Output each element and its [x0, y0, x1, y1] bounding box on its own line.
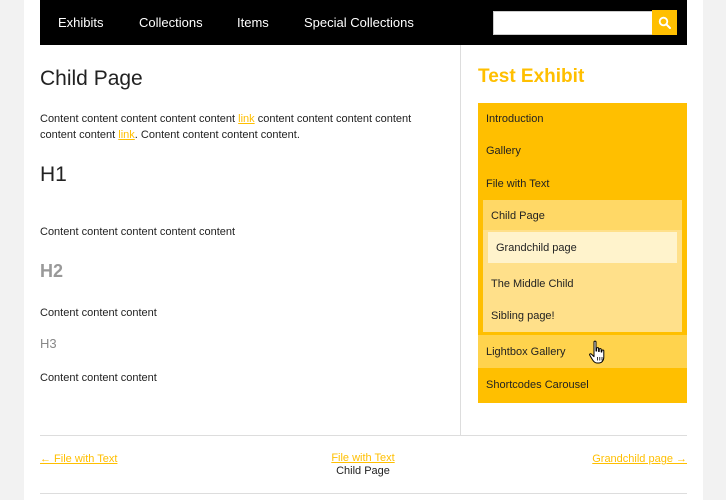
pager-prev-link[interactable]: ← File with Text	[40, 453, 117, 465]
exhibit-subnav: Child Page Grandchild page The Middle Ch…	[483, 200, 682, 332]
page-title: Child Page	[40, 67, 143, 90]
search-button[interactable]	[652, 10, 677, 35]
paragraph-2: Content content content content content	[40, 226, 236, 238]
pager-next-link[interactable]: Grandchild page →	[592, 453, 687, 465]
search-icon	[658, 16, 671, 29]
nav-collections[interactable]: Collections	[139, 15, 203, 30]
heading-h3: H3	[40, 336, 57, 351]
exhibit-nav-child-page[interactable]: Child Page	[491, 210, 545, 222]
content-link-2[interactable]: link	[118, 129, 135, 141]
nav-exhibits[interactable]: Exhibits	[58, 15, 104, 30]
pager-bottom-divider	[40, 493, 687, 494]
top-navigation: Exhibits Collections Items Special Colle…	[40, 0, 687, 45]
pager-current: Child Page	[336, 465, 390, 477]
exhibit-subsubnav: Grandchild page	[488, 232, 677, 263]
hand-pointer-icon	[589, 340, 605, 364]
exhibit-navigation: Introduction Gallery File with Text Chil…	[478, 103, 687, 403]
exhibit-nav-grandchild-page[interactable]: Grandchild page	[496, 242, 577, 254]
exhibit-title: Test Exhibit	[478, 66, 585, 87]
nav-items[interactable]: Items	[237, 15, 269, 30]
page-container: Exhibits Collections Items Special Colle…	[24, 0, 703, 500]
paragraph-3: Content content content	[40, 307, 157, 319]
paragraph-4: Content content content	[40, 372, 157, 384]
pager-up-link[interactable]: File with Text	[328, 452, 398, 465]
pager-top-divider	[40, 435, 687, 436]
intro-text-1: Content content content content content	[40, 113, 239, 125]
exhibit-nav-gallery[interactable]: Gallery	[486, 145, 521, 157]
heading-h2: H2	[40, 261, 64, 281]
heading-h1: H1	[40, 163, 67, 186]
column-divider	[460, 45, 461, 435]
intro-paragraph: Content content content content content …	[40, 111, 430, 143]
exhibit-nav-sibling-page[interactable]: Sibling page!	[491, 310, 555, 322]
exhibit-nav-lightbox-gallery[interactable]: Lightbox Gallery	[486, 346, 566, 358]
exhibit-nav-middle-child[interactable]: The Middle Child	[491, 278, 574, 290]
search-input[interactable]	[493, 11, 653, 35]
pager-center: File with Text Child Page	[328, 452, 398, 478]
exhibit-nav-introduction[interactable]: Introduction	[486, 113, 543, 125]
exhibit-nav-shortcodes-carousel[interactable]: Shortcodes Carousel	[486, 379, 589, 391]
content-link-1[interactable]: link	[238, 113, 255, 125]
exhibit-nav-file-with-text[interactable]: File with Text	[486, 178, 549, 190]
nav-special-collections[interactable]: Special Collections	[304, 15, 414, 30]
pager-prev: ← File with Text	[40, 453, 117, 465]
intro-text-3: . Content content content content.	[134, 129, 300, 141]
pager-next: Grandchild page →	[592, 453, 687, 465]
